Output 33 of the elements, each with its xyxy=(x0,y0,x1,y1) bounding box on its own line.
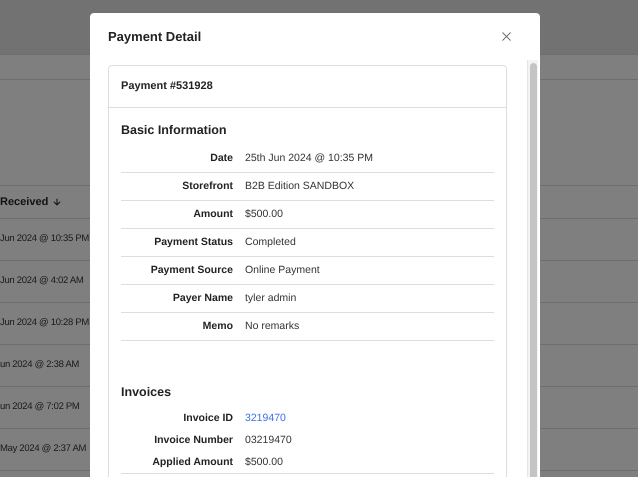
invoice-link[interactable]: 3219470 xyxy=(245,411,286,427)
table-cell-text: un 2024 @ 7:02 PM xyxy=(0,400,80,414)
field-label: Date xyxy=(209,150,233,166)
section-heading: Basic Information xyxy=(121,122,228,138)
field-label: Payer Name xyxy=(172,290,233,306)
field-value: $500.00 xyxy=(245,206,283,222)
dialog-title: Payment Detail xyxy=(108,28,202,46)
field-label: Amount xyxy=(192,206,233,222)
field-value: Completed xyxy=(245,234,296,250)
table-cell-text: Jun 2024 @ 10:28 PM xyxy=(0,316,89,330)
table-cell-text: Jun 2024 @ 10:35 PM xyxy=(0,232,89,246)
table-cell-text: un 2024 @ 2:38 AM xyxy=(0,358,80,372)
field-value: B2B Edition SANDBOX xyxy=(245,178,354,194)
column-header[interactable]: Received xyxy=(0,194,48,210)
section-heading: Invoices xyxy=(121,384,172,402)
field-label: Applied Amount xyxy=(151,454,233,470)
field-label: Memo xyxy=(202,318,233,334)
field-value: $500.00 xyxy=(245,454,283,470)
field-label: Storefront xyxy=(181,178,233,194)
scrollbar-thumb[interactable] xyxy=(530,62,536,477)
field-value: tyler admin xyxy=(245,290,296,306)
field-label: Payment Status xyxy=(153,234,233,250)
field-label: Invoice ID xyxy=(182,411,233,426)
field-label: Payment Source xyxy=(150,262,233,278)
table-cell-text: Jun 2024 @ 4:02 AM xyxy=(0,274,84,288)
field-value: 03219470 xyxy=(245,433,292,448)
sort-arrow-icon xyxy=(52,197,62,207)
table-cell-text: May 2024 @ 2:37 AM xyxy=(0,442,86,456)
field-value: Online Payment xyxy=(245,262,320,278)
field-value: No remarks xyxy=(245,318,300,334)
field-value: 25th Jun 2024 @ 10:35 PM xyxy=(245,150,373,166)
card-title: Payment #531928 xyxy=(121,78,213,94)
field-label: Invoice Number xyxy=(153,433,233,448)
